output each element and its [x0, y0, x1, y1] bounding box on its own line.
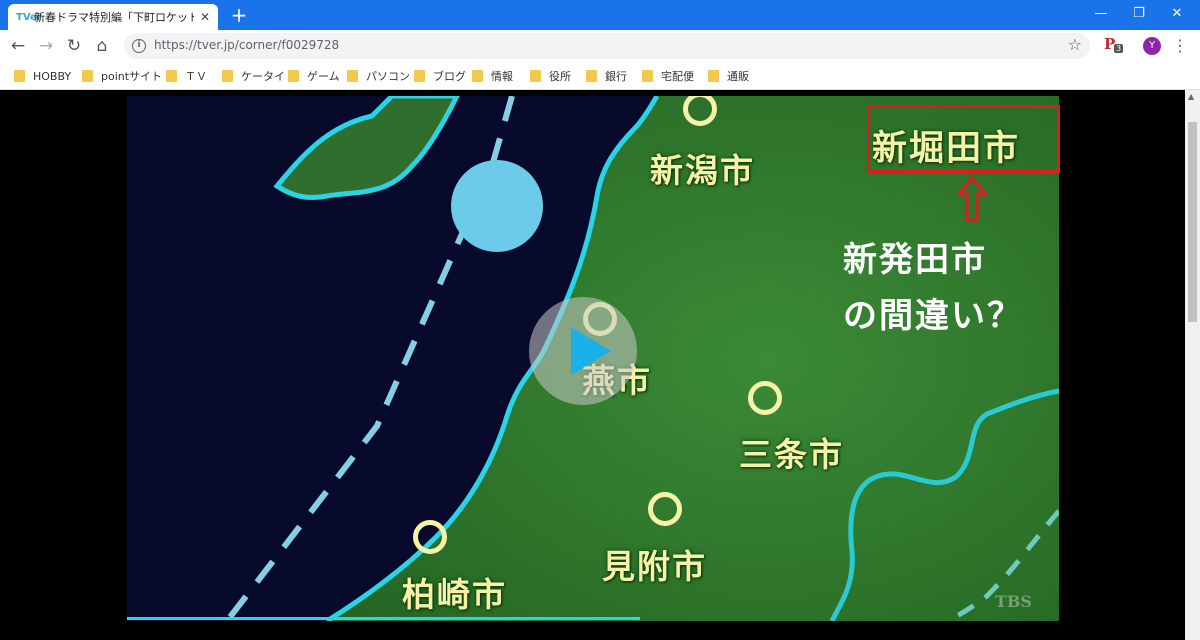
folder-icon [82, 70, 93, 82]
up-arrow-icon [957, 176, 987, 222]
bookmark-yakusho[interactable]: 役所 [530, 67, 571, 85]
bookmark-blog[interactable]: ブログ [414, 67, 466, 85]
vertical-scrollbar[interactable]: ▲ [1185, 90, 1200, 640]
tab-title: 新春ドラマ特別編「下町ロケット」| [34, 11, 194, 24]
extension-icon[interactable]: P 3 [1104, 34, 1124, 56]
play-icon [571, 327, 611, 375]
annotation-line-2: の間違い？ [843, 296, 1023, 336]
folder-icon [166, 70, 177, 82]
url-text[interactable]: https://tver.jp/corner/f0029728 [154, 38, 339, 52]
sanjo-marker-icon [748, 381, 782, 415]
label-kashiwazaki: 柏崎市 [402, 575, 507, 614]
folder-icon [472, 70, 483, 82]
bookmark-ginkou[interactable]: 銀行 [586, 67, 627, 85]
folder-icon [222, 70, 233, 82]
bookmark-tsuuhan[interactable]: 通販 [708, 67, 749, 85]
forward-button[interactable]: → [34, 34, 58, 58]
extension-badge: 3 [1114, 44, 1124, 53]
folder-icon [347, 70, 358, 82]
label-mitsuke: 見附市 [602, 547, 707, 586]
tab-active[interactable]: TVer 新春ドラマ特別編「下町ロケット」| ✕ [8, 4, 218, 30]
bookmarks-bar: HOBBY pointサイト ＴＶ ケータイ ゲーム パソコン ブログ 情報 役… [0, 62, 1200, 90]
folder-icon [586, 70, 597, 82]
folder-icon [14, 70, 25, 82]
label-niigata: 新潟市 [650, 151, 755, 190]
bookmark-star-icon[interactable]: ☆ [1068, 35, 1082, 54]
folder-icon [530, 70, 541, 82]
reload-button[interactable]: ↻ [62, 34, 86, 58]
bookmark-pasokon[interactable]: パソコン [347, 67, 410, 85]
ferry-port-dot [451, 160, 543, 252]
folder-icon [288, 70, 299, 82]
back-button[interactable]: ← [6, 34, 30, 58]
highlight-box [867, 105, 1060, 173]
address-bar[interactable]: i https://tver.jp/corner/f0029728 ☆ [124, 33, 1090, 59]
kashiwazaki-marker-icon [413, 520, 447, 554]
annotation-line-1: 新発田市 [843, 240, 987, 280]
scroll-thumb[interactable] [1188, 122, 1197, 322]
bookmark-hobby[interactable]: HOBBY [14, 67, 71, 85]
video-progress-bar[interactable] [127, 617, 640, 620]
play-button[interactable] [529, 297, 637, 405]
bookmark-keitai[interactable]: ケータイ [222, 67, 285, 85]
bookmark-game[interactable]: ゲーム [288, 67, 340, 85]
title-bar: TVer 新春ドラマ特別編「下町ロケット」| ✕ + — ❐ ✕ [0, 0, 1200, 30]
profile-avatar[interactable]: Y [1143, 37, 1161, 55]
tab-close-icon[interactable]: ✕ [200, 10, 210, 24]
home-button[interactable]: ⌂ [90, 34, 114, 58]
scroll-up-arrow-icon[interactable]: ▲ [1188, 92, 1194, 101]
mitsuke-marker-icon [648, 492, 682, 526]
browser-toolbar: ← → ↻ ⌂ i https://tver.jp/corner/f002972… [0, 30, 1200, 62]
close-window-button[interactable]: ✕ [1154, 0, 1200, 30]
kebab-menu-icon[interactable]: ⋮ [1172, 36, 1188, 56]
bookmark-tv[interactable]: ＴＶ [166, 67, 207, 85]
bookmark-jouhou[interactable]: 情報 [472, 67, 513, 85]
bookmark-point-site[interactable]: pointサイト [82, 67, 162, 85]
new-tab-button[interactable]: + [228, 4, 250, 26]
tbs-watermark: TBS [995, 592, 1032, 611]
folder-icon [642, 70, 653, 82]
folder-icon [414, 70, 425, 82]
folder-icon [708, 70, 719, 82]
site-info-icon[interactable]: i [132, 39, 146, 53]
tver-favicon-icon: TVer [16, 11, 42, 23]
label-sanjo: 三条市 [739, 435, 844, 474]
bookmark-takuhaibin[interactable]: 宅配便 [642, 67, 694, 85]
